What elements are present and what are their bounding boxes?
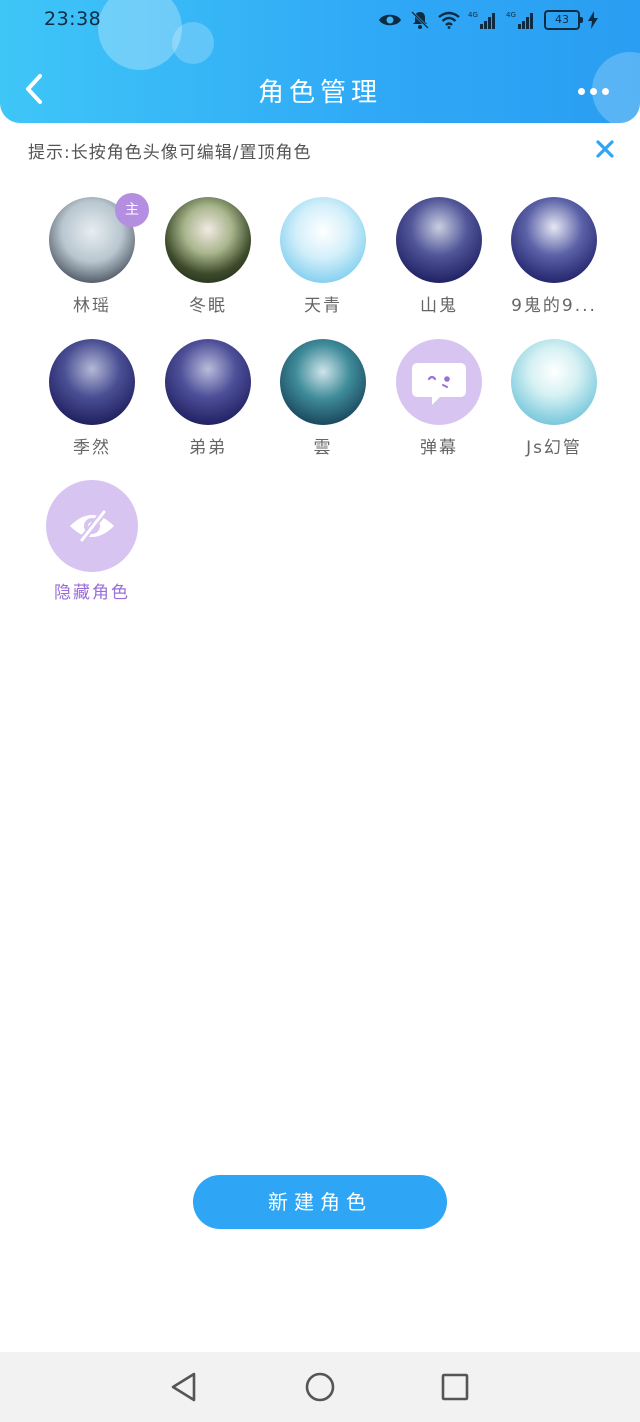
signal-4g-icon: 4G [468, 11, 495, 29]
eye-off-icon [70, 508, 114, 544]
tip-text: 提示:长按角色头像可编辑/置顶角色 [28, 143, 312, 163]
battery-indicator: 43 [544, 10, 583, 30]
role-name: 弟弟 [189, 438, 227, 458]
role-name: 季然 [73, 438, 111, 458]
hidden-roles-label: 隐藏角色 [54, 583, 130, 603]
role-name: 天青 [304, 296, 342, 316]
role-name: Js幻管 [526, 438, 582, 458]
role-item[interactable]: 山鬼 [384, 197, 494, 316]
avatar [165, 197, 251, 283]
role-item[interactable]: 季然 [37, 339, 147, 458]
role-name: 弹幕 [420, 438, 458, 458]
avatar [165, 339, 251, 425]
role-item[interactable]: 弟弟 [153, 339, 263, 458]
avatar [280, 339, 366, 425]
avatar [511, 197, 597, 283]
close-icon [596, 140, 614, 158]
role-name: 林瑶 [73, 296, 111, 316]
avatar [396, 197, 482, 283]
status-icons: 4G 4G 43 [378, 8, 598, 32]
avatar [396, 339, 482, 425]
wifi-icon [438, 11, 460, 29]
avatar [49, 339, 135, 425]
chat-bubble-icon [412, 363, 466, 405]
role-name: 冬眠 [189, 296, 227, 316]
status-time: 23:38 [44, 8, 102, 30]
avatar: 主 [49, 193, 149, 283]
role-item[interactable]: 雲 [268, 339, 378, 458]
more-options-button[interactable] [578, 84, 614, 98]
square-recents-icon [441, 1373, 469, 1401]
hidden-roles-avatar [46, 480, 138, 572]
svg-text:4G: 4G [468, 11, 478, 19]
svg-text:4G: 4G [506, 11, 516, 19]
app-header: 23:38 4G 4G 43 角色管理 [0, 0, 640, 123]
triangle-back-icon [171, 1372, 196, 1402]
avatar [280, 197, 366, 283]
role-name: 山鬼 [420, 296, 458, 316]
eye-icon [379, 14, 401, 26]
role-name: 雲 [313, 438, 333, 458]
hidden-roles-item[interactable]: 隐藏角色 [37, 480, 147, 603]
new-role-button[interactable]: 新建角色 [193, 1175, 447, 1229]
role-item[interactable]: 弹幕 [384, 339, 494, 458]
nav-home-button[interactable] [303, 1370, 337, 1404]
role-item[interactable]: 冬眠 [153, 197, 263, 316]
decor-bubble [172, 22, 214, 64]
main-role-badge: 主 [115, 193, 149, 227]
role-item[interactable]: 天青 [268, 197, 378, 316]
circle-home-icon [305, 1372, 335, 1402]
dot-icon [578, 87, 585, 95]
nav-recents-button[interactable] [438, 1370, 472, 1404]
page-title: 角色管理 [257, 78, 382, 108]
nav-back-button[interactable] [167, 1370, 201, 1404]
decor-bubble [98, 0, 182, 70]
bell-muted-icon [411, 11, 429, 29]
role-name: 9鬼的9... [511, 296, 597, 316]
dot-icon [602, 87, 609, 95]
charging-icon [588, 11, 598, 29]
signal-4g-icon: 4G [506, 11, 533, 29]
role-item[interactable]: 9鬼的9... [499, 197, 609, 316]
tip-close-button[interactable] [594, 138, 616, 160]
dot-icon [590, 87, 597, 95]
role-item[interactable]: Js幻管 [499, 339, 609, 458]
system-nav-bar [0, 1352, 640, 1422]
role-item[interactable]: 主 林瑶 [37, 193, 149, 316]
avatar [511, 339, 597, 425]
